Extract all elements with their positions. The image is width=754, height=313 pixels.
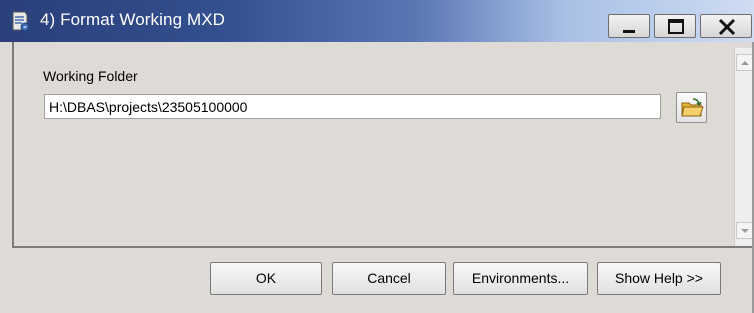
scroll-down-button[interactable] [736,222,753,239]
environments-button[interactable]: Environments... [453,262,588,295]
tool-dialog-window: 4) Format Working MXD Working Folder H:\… [0,0,754,313]
working-folder-label: Working Folder [43,68,138,84]
scroll-up-button[interactable] [736,54,753,71]
ok-button[interactable]: OK [210,262,322,295]
close-button[interactable] [700,14,752,38]
python-script-tool-icon [8,9,32,33]
working-folder-input[interactable] [44,94,661,119]
cancel-button[interactable]: Cancel [332,262,446,295]
window-title: 4) Format Working MXD [40,10,226,29]
minimize-button[interactable] [608,14,650,38]
vertical-scrollbar[interactable] [734,48,754,246]
maximize-button[interactable] [654,14,696,38]
browse-folder-button[interactable] [676,92,707,123]
show-help-button[interactable]: Show Help >> [597,262,721,295]
title-bar[interactable]: 4) Format Working MXD [0,0,754,42]
